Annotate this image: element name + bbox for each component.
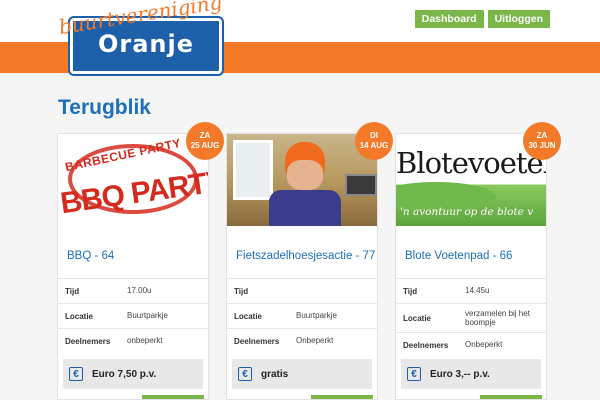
euro-icon: € bbox=[407, 367, 421, 381]
euro-icon: € bbox=[69, 367, 83, 381]
price-text: Euro 7,50 p.v. bbox=[92, 368, 157, 380]
event-card[interactable]: Blotevoeten 'n avontuur op de blote v Bl… bbox=[395, 133, 547, 400]
photo-shirt bbox=[269, 190, 341, 226]
event-title[interactable]: BBQ - 64 bbox=[67, 250, 114, 262]
participants-value: Onbeperkt bbox=[296, 336, 334, 346]
location-value: verzamelen bij het boompje bbox=[465, 308, 530, 327]
price-box: € gratis bbox=[232, 359, 372, 389]
event-card[interactable]: Fietszadelhoesjesactie - 77 Tijd Locatie… bbox=[226, 133, 378, 400]
detail-row-participants: Deelnemers Onbeperkt bbox=[227, 328, 377, 353]
detail-row-participants: Deelnemers Onbeperkt bbox=[396, 332, 546, 357]
logout-button[interactable]: Uitloggen bbox=[487, 10, 550, 28]
event-details: Tijd 14.45u Locatie verzamelen bij het b… bbox=[396, 278, 546, 357]
photo-appliance bbox=[345, 174, 377, 196]
location-value: Buurtparkje bbox=[127, 311, 168, 321]
location-label: Locatie bbox=[65, 311, 94, 321]
participants-value: Onbeperkt bbox=[465, 340, 503, 350]
detail-row-location: Locatie Buurtparkje bbox=[58, 303, 208, 328]
logo-main-text: Oranje bbox=[97, 30, 195, 58]
dashboard-button[interactable]: Dashboard bbox=[414, 10, 484, 28]
detail-row-location: Locatie Buurtparkje bbox=[227, 303, 377, 328]
badge-date: 30 JUN bbox=[528, 141, 556, 150]
event-details: Tijd Locatie Buurtparkje Deelnemers Onbe… bbox=[227, 278, 377, 353]
badge-day: DI bbox=[370, 131, 378, 140]
image-subtitle-text: 'n avontuur op de blote v bbox=[400, 206, 534, 218]
detail-row-location: Locatie verzamelen bij het boompje bbox=[396, 303, 546, 332]
detail-row-time: Tijd bbox=[227, 278, 377, 303]
photo-window bbox=[233, 140, 273, 200]
badge-date: 14 AUG bbox=[359, 141, 389, 150]
event-title[interactable]: Blote Voetenpad - 66 bbox=[405, 250, 512, 262]
time-value: 14.45u bbox=[465, 286, 490, 296]
image-title-text: Blotevoeten bbox=[396, 146, 546, 180]
time-label: Tijd bbox=[403, 286, 418, 296]
detail-row-participants: Deelnemers onbeperkt bbox=[58, 328, 208, 353]
price-box: € Euro 7,50 p.v. bbox=[63, 359, 203, 389]
event-details: Tijd 17.00u Locatie Buurtparkje Deelneme… bbox=[58, 278, 208, 353]
price-text: gratis bbox=[261, 368, 289, 380]
participants-label: Deelnemers bbox=[65, 336, 111, 346]
card-action-button[interactable] bbox=[311, 395, 373, 399]
time-label: Tijd bbox=[65, 286, 80, 296]
page-title: Terugblik bbox=[58, 96, 151, 119]
price-text: Euro 3,-- p.v. bbox=[430, 368, 490, 380]
location-label: Locatie bbox=[403, 313, 432, 323]
date-badge: DI 14 AUG bbox=[355, 122, 393, 160]
card-action-button[interactable] bbox=[142, 395, 204, 399]
time-label: Tijd bbox=[234, 286, 249, 296]
badge-day: ZA bbox=[536, 131, 548, 140]
detail-row-time: Tijd 14.45u bbox=[396, 278, 546, 303]
participants-value: onbeperkt bbox=[127, 336, 163, 346]
card-action-button[interactable] bbox=[480, 395, 542, 399]
location-value: Buurtparkje bbox=[296, 311, 337, 321]
badge-date: 25 AUG bbox=[190, 141, 220, 150]
participants-label: Deelnemers bbox=[403, 340, 449, 350]
date-badge: ZA 30 JUN bbox=[523, 122, 561, 160]
time-value: 17.00u bbox=[127, 286, 152, 296]
detail-row-time: Tijd 17.00u bbox=[58, 278, 208, 303]
top-nav: Dashboard Uitloggen bbox=[414, 10, 550, 28]
participants-label: Deelnemers bbox=[234, 336, 280, 346]
date-badge: ZA 25 AUG bbox=[186, 122, 224, 160]
site-logo[interactable]: Oranje buurtvereniging bbox=[57, 0, 224, 76]
location-label: Locatie bbox=[234, 311, 263, 321]
price-box: € Euro 3,-- p.v. bbox=[401, 359, 541, 389]
badge-day: ZA bbox=[199, 131, 211, 140]
photo-face bbox=[287, 160, 323, 190]
euro-icon: € bbox=[238, 367, 252, 381]
event-title[interactable]: Fietszadelhoesjesactie - 77 bbox=[236, 250, 375, 262]
event-card[interactable]: BARBECUE PARTY BBQ PARTY BBQ - 64 Tijd 1… bbox=[57, 133, 209, 400]
